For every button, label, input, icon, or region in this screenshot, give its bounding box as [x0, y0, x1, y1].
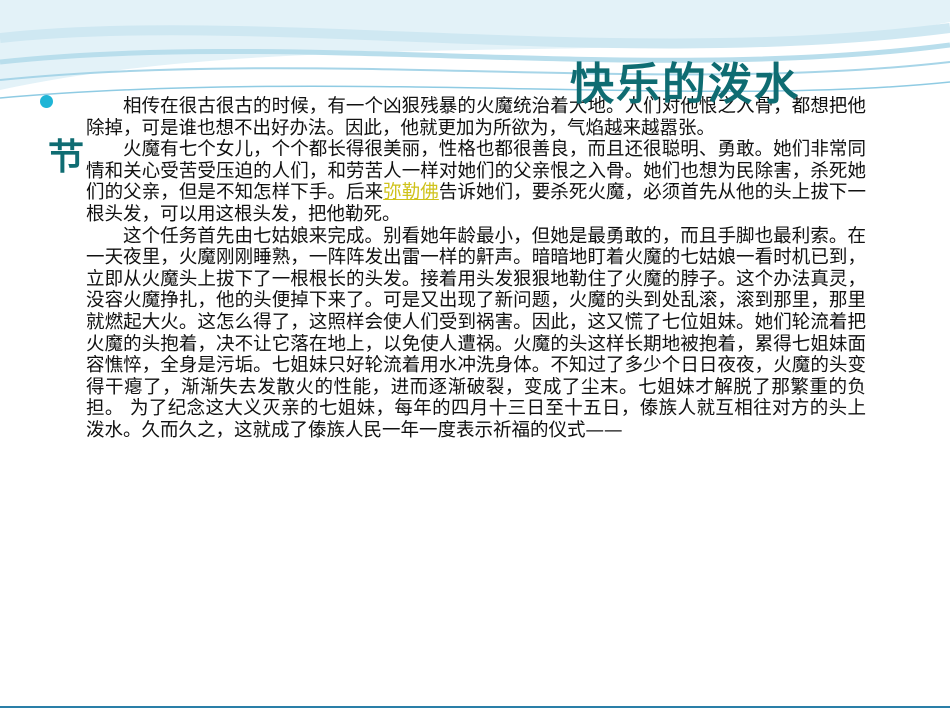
slide: 相传在很古很古的时候，有一个凶狠残暴的火魔统治着大地。人们对他恨之入骨，都想把他…: [0, 0, 950, 713]
bullet-dot: [40, 95, 53, 108]
bottom-divider: [0, 706, 950, 708]
title-part-2: 节: [48, 137, 87, 178]
paragraph-2: 火魔有七个女儿，个个都长得很美丽，性格也都很善良，而且还很聪明、勇敢。她们非常同…: [86, 139, 866, 225]
paragraph-3: 这个任务首先由七姑娘来完成。别看她年龄最小，但她是最勇敢的，而且手脚也最利索。在…: [86, 225, 866, 441]
paragraph-1: 相传在很古很古的时候，有一个凶狠残暴的火魔统治着大地。人们对他恨之入骨，都想把他…: [86, 96, 866, 139]
story-text: 相传在很古很古的时候，有一个凶狠残暴的火魔统治着大地。人们对他恨之入骨，都想把他…: [86, 96, 866, 442]
maitreya-link[interactable]: 弥勒佛: [383, 182, 439, 203]
